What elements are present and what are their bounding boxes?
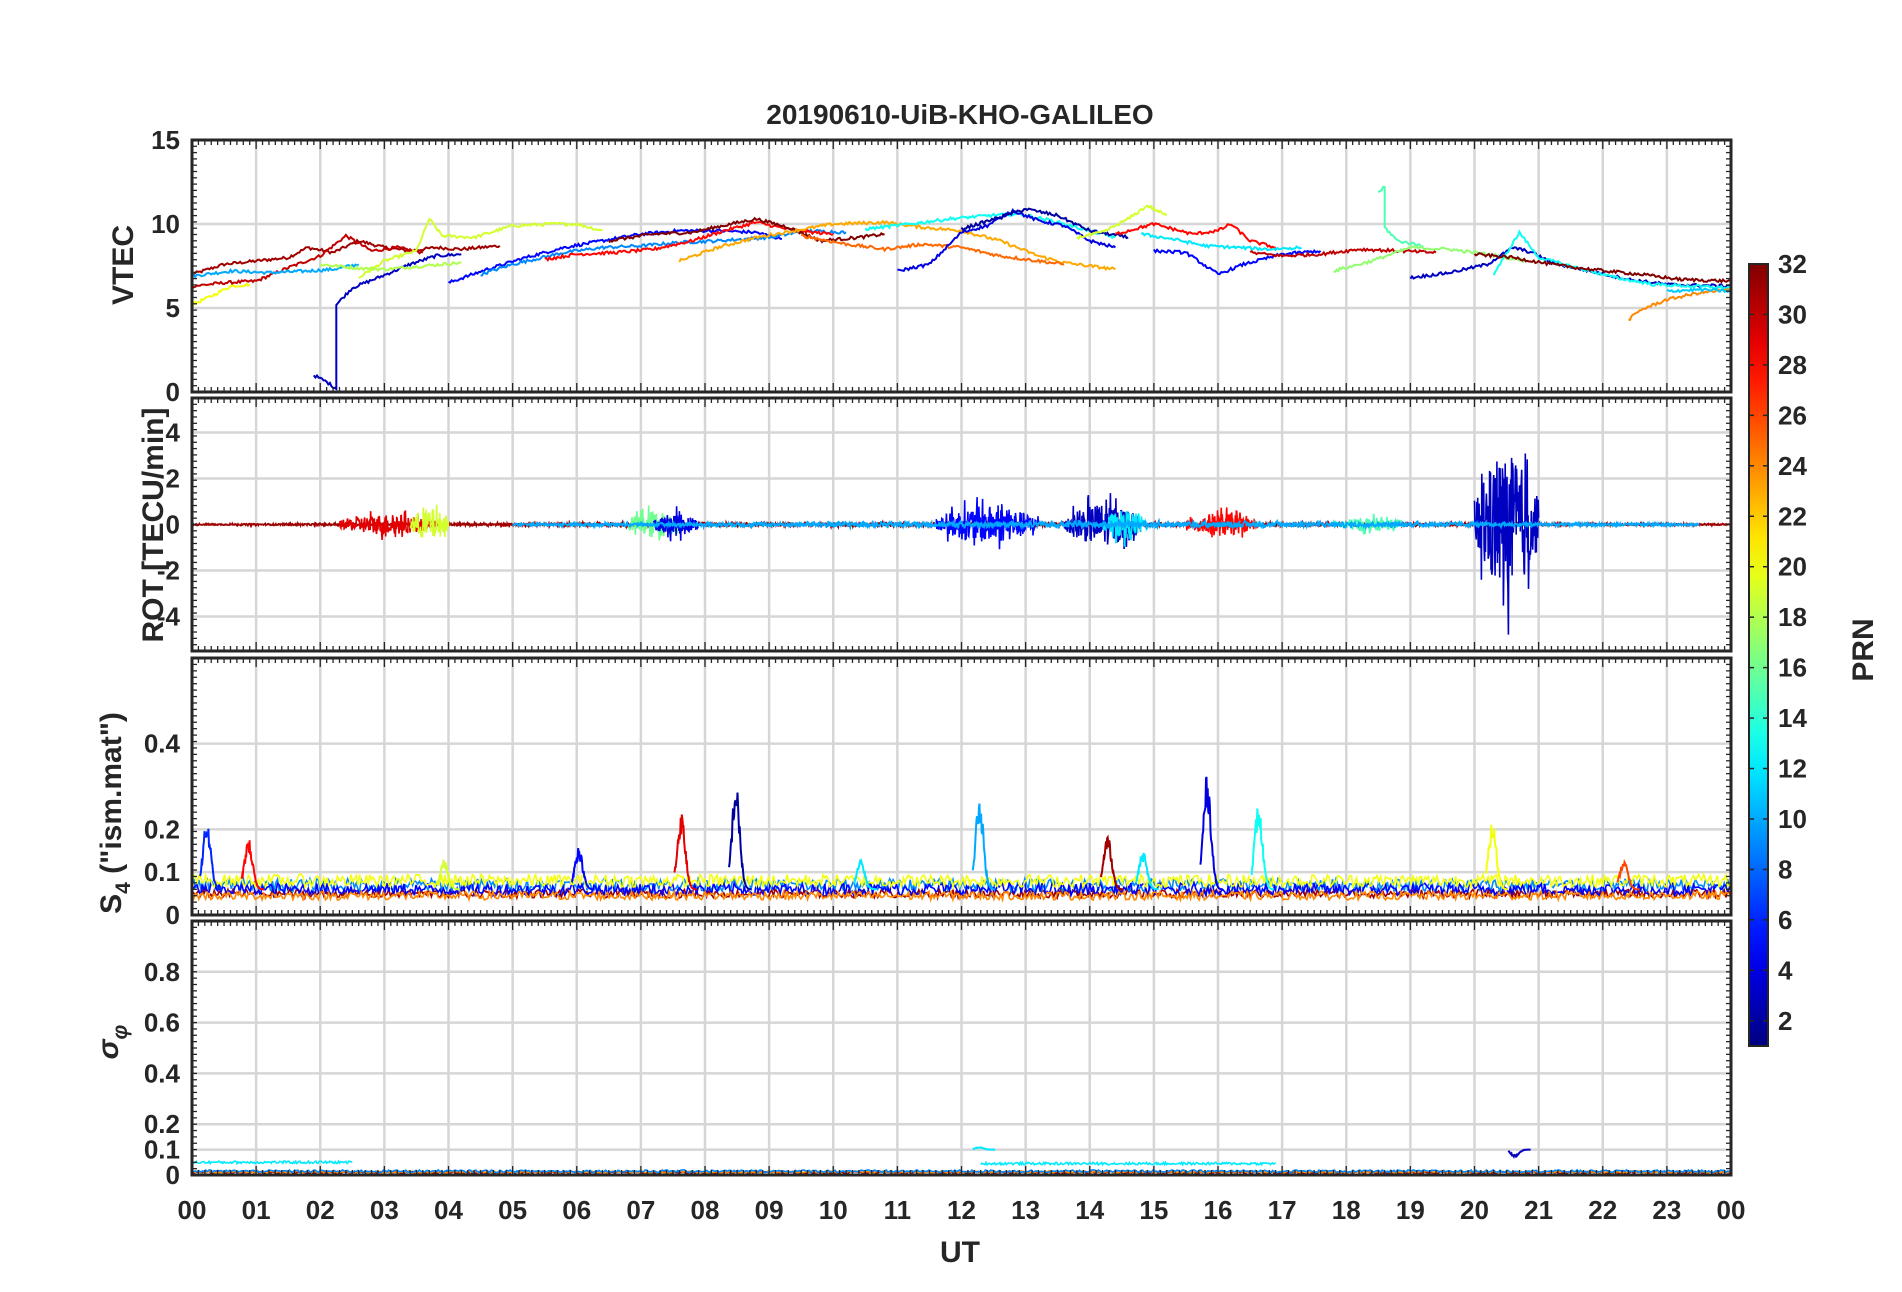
rot-prn-3-line xyxy=(1473,453,1540,635)
x-tick-label: 13 xyxy=(1011,1195,1040,1225)
colorbar-tick-label: 12 xyxy=(1778,754,1807,784)
sigma-phi-ytick-label: 0.6 xyxy=(144,1008,180,1038)
s4-ytick-label: 0.2 xyxy=(144,814,180,844)
rot-panel: -4-2024 xyxy=(157,396,1733,653)
colorbar: 2468101214161820222426283032 xyxy=(1748,249,1807,1047)
s4-spike-prn-29 xyxy=(673,814,697,891)
colorbar-tick-label: 2 xyxy=(1778,1006,1792,1036)
colorbar-tick-label: 18 xyxy=(1778,602,1807,632)
vtec-prn-20-line xyxy=(192,282,251,307)
vtec-prn-3-line xyxy=(313,252,462,391)
x-axis-label: UT xyxy=(940,1236,980,1269)
colorbar-tick-label: 10 xyxy=(1778,804,1807,834)
colorbar-label: PRN xyxy=(1847,618,1880,681)
vtec-prn-24-line xyxy=(1628,288,1731,322)
colorbar-tick-label: 26 xyxy=(1778,400,1807,430)
vtec-prn-9-line xyxy=(480,228,847,277)
x-tick-label: 10 xyxy=(819,1195,848,1225)
x-tick-label: 23 xyxy=(1652,1195,1681,1225)
vtec-prn-15-line xyxy=(1377,185,1424,249)
x-tick-label: 06 xyxy=(562,1195,591,1225)
vtec-ytick-label: 0 xyxy=(166,377,180,407)
x-tick-label: 03 xyxy=(370,1195,399,1225)
s4-ylabel: S4 ("ism.mat") xyxy=(95,712,135,914)
x-tick-label: 00 xyxy=(1717,1195,1746,1225)
x-tick-label: 12 xyxy=(947,1195,976,1225)
x-tick-label: 09 xyxy=(755,1195,784,1225)
rot-ylabel: ROT [TECU/min] xyxy=(137,408,170,643)
figure: 20190610-UiB-KHO-GALILEO 051015 -4-2024 … xyxy=(92,99,1880,1269)
x-tick-label: 14 xyxy=(1075,1195,1104,1225)
x-tick-label: 19 xyxy=(1396,1195,1425,1225)
x-tick-labels: 00 01 02 03 04 05 06 07 08 09 10 11 12 13 14 15 16 17 18 19… xyxy=(178,1195,1746,1225)
s4-spike-prn-10 xyxy=(971,803,996,891)
colorbar-tick-label: 30 xyxy=(1778,299,1807,329)
vtec-panel: 0 5 10 15 xyxy=(151,125,1733,407)
x-tick-label: 21 xyxy=(1524,1195,1553,1225)
vtec-ytick-label: 5 xyxy=(166,293,180,323)
x-tick-label: 08 xyxy=(691,1195,720,1225)
vtec-prn-18-line xyxy=(319,260,462,272)
x-tick-label: 07 xyxy=(626,1195,655,1225)
sigma-ylabel-sub: φ xyxy=(109,1024,132,1039)
s4-ylabel-main: S xyxy=(95,894,128,914)
rot-prn-19-line xyxy=(409,504,450,538)
sigma-phi-panel: 00.10.20.40.60.8 xyxy=(144,919,1733,1190)
x-tick-label: 18 xyxy=(1332,1195,1361,1225)
s4-ylabel-rest: ("ism.mat") xyxy=(95,712,128,882)
vtec-prn-30-line xyxy=(1249,247,1437,258)
s4-ytick-label: 0.4 xyxy=(144,729,181,759)
x-tick-label: 01 xyxy=(242,1195,271,1225)
colorbar-tick-label: 20 xyxy=(1778,552,1807,582)
vtec-prn-5-line xyxy=(1153,248,1322,276)
vtec-prn-12-line xyxy=(1140,232,1302,252)
sigma-phi-ytick-label: 0.4 xyxy=(144,1058,181,1088)
x-tick-label: 15 xyxy=(1139,1195,1168,1225)
colorbar-tick-label: 8 xyxy=(1778,854,1792,884)
colorbar-tick-label: 4 xyxy=(1778,955,1793,985)
chart-title: 20190610-UiB-KHO-GALILEO xyxy=(766,99,1153,130)
s4-spike-prn-2 xyxy=(728,792,752,891)
vtec-prn-5-line xyxy=(448,227,783,284)
s4-ytick-label: 0.1 xyxy=(144,857,180,887)
sigma-phi-ytick-label: 0.8 xyxy=(144,957,180,987)
x-tick-label: 11 xyxy=(884,1195,912,1225)
s4-ytick-label: 0 xyxy=(166,900,180,930)
x-tick-label: 22 xyxy=(1588,1195,1617,1225)
colorbar-tick-label: 32 xyxy=(1778,249,1807,279)
x-tick-label: 05 xyxy=(498,1195,527,1225)
x-tick-label: 16 xyxy=(1204,1195,1233,1225)
colorbar-tick-label: 24 xyxy=(1778,451,1807,481)
sigma-phi-ylabel: σφ xyxy=(92,1024,132,1059)
s4-panel: 0 0.1 0.2 0.4 xyxy=(144,656,1733,930)
x-tick-label: 02 xyxy=(306,1195,335,1225)
x-tick-label: 04 xyxy=(434,1195,463,1225)
colorbar-tick-label: 22 xyxy=(1778,501,1807,531)
x-tick-label: 00 xyxy=(178,1195,207,1225)
sigma-phi-prn-12-segment xyxy=(192,1159,353,1166)
colorbar-bar xyxy=(1748,263,1769,1047)
colorbar-tick-label: 16 xyxy=(1778,653,1807,683)
s4-ylabel-sub: 4 xyxy=(112,882,135,894)
vtec-ytick-label: 10 xyxy=(151,209,180,239)
x-tick-label: 20 xyxy=(1460,1195,1489,1225)
vtec-ytick-label: 15 xyxy=(151,125,180,155)
colorbar-tick-label: 14 xyxy=(1778,703,1807,733)
x-tick-label: 17 xyxy=(1268,1195,1297,1225)
sigma-phi-ytick-label: 0.2 xyxy=(144,1109,180,1139)
vtec-prn-4-line xyxy=(897,207,1117,273)
sigma-ylabel-main: σ xyxy=(92,1038,125,1059)
colorbar-tick-label: 28 xyxy=(1778,350,1807,380)
vtec-ylabel: VTEC xyxy=(107,225,140,305)
colorbar-tick-label: 6 xyxy=(1778,905,1792,935)
